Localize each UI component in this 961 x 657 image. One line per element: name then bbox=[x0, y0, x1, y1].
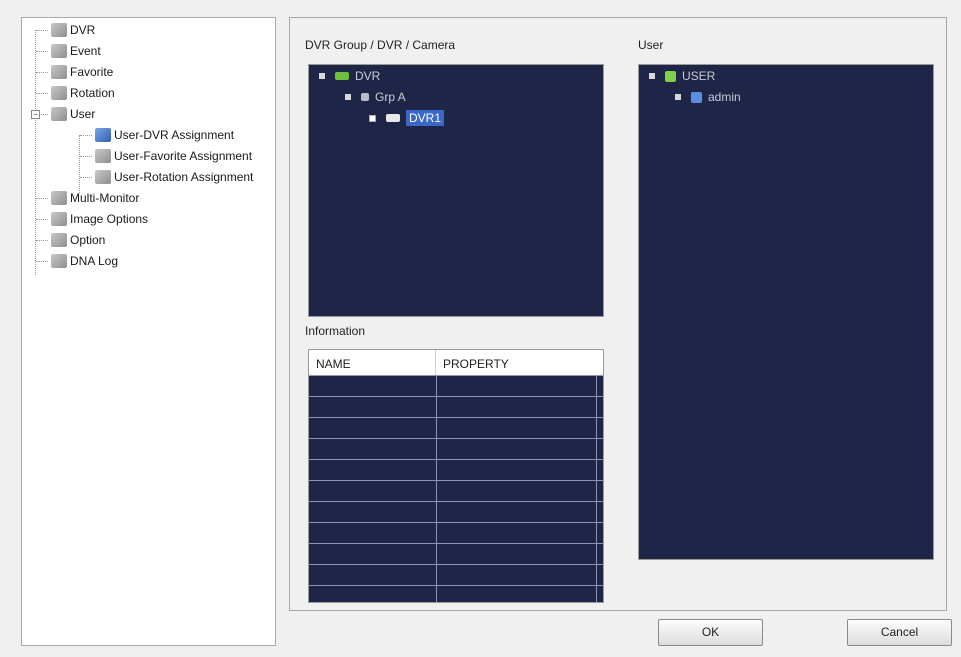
group-icon bbox=[361, 93, 369, 101]
nav-item-event[interactable]: Event bbox=[36, 41, 101, 61]
table-row bbox=[309, 459, 603, 460]
table-row bbox=[309, 522, 603, 523]
user-group-icon bbox=[665, 70, 676, 82]
assignment-panel: DVR Group / DVR / Camera User DVR Grp A … bbox=[289, 17, 947, 611]
table-row bbox=[309, 480, 603, 481]
user-panel-title: User bbox=[638, 38, 664, 52]
grid-column-line bbox=[436, 375, 437, 602]
nav-item-label: User bbox=[70, 107, 96, 121]
expander-icon[interactable] bbox=[319, 73, 325, 79]
information-table[interactable]: NAME PROPERTY bbox=[308, 349, 604, 603]
nav-item-favorite[interactable]: Favorite bbox=[36, 62, 113, 82]
nav-item-label: User-Rotation Assignment bbox=[114, 170, 254, 184]
event-icon bbox=[51, 44, 67, 58]
user-tree-panel[interactable]: USER admin bbox=[638, 64, 934, 560]
tree-node-admin[interactable]: admin bbox=[675, 89, 741, 105]
table-row bbox=[309, 543, 603, 544]
user-dvr-assignment-icon bbox=[95, 128, 111, 142]
expander-icon[interactable] bbox=[369, 114, 376, 122]
user-icon bbox=[691, 91, 702, 103]
nav-item-rotation[interactable]: Rotation bbox=[36, 83, 115, 103]
nav-item-label: Multi-Monitor bbox=[70, 191, 140, 205]
nav-item-user-dvr-assignment[interactable]: User-DVR Assignment bbox=[80, 125, 234, 145]
dvr-device-icon bbox=[386, 114, 400, 122]
nav-item-user-favorite-assignment[interactable]: User-Favorite Assignment bbox=[80, 146, 252, 166]
nav-item-label: Favorite bbox=[70, 65, 114, 79]
nav-item-multi-monitor[interactable]: Multi-Monitor bbox=[36, 188, 139, 208]
grid-column-line bbox=[596, 375, 597, 602]
nav-item-label: Rotation bbox=[70, 86, 115, 100]
nav-item-label: Event bbox=[70, 44, 101, 58]
image-options-icon bbox=[51, 212, 67, 226]
nav-item-user-rotation-assignment[interactable]: User-Rotation Assignment bbox=[80, 167, 253, 187]
collapse-user-toggle[interactable]: − bbox=[31, 110, 40, 119]
table-row bbox=[309, 501, 603, 502]
favorite-icon bbox=[51, 65, 67, 79]
cancel-button[interactable]: Cancel bbox=[847, 619, 952, 646]
multi-monitor-icon bbox=[51, 191, 67, 205]
rotation-icon bbox=[51, 86, 67, 100]
tree-node-grp-a[interactable]: Grp A bbox=[345, 89, 406, 105]
table-row bbox=[309, 417, 603, 418]
dvr-panel-title: DVR Group / DVR / Camera bbox=[305, 38, 456, 52]
dvr-tree-panel[interactable]: DVR Grp A DVR1 bbox=[308, 64, 604, 317]
tree-node-user-root[interactable]: USER bbox=[649, 68, 715, 84]
table-row bbox=[309, 564, 603, 565]
nav-item-dvr[interactable]: DVR bbox=[36, 20, 95, 40]
nav-item-label: Option bbox=[70, 233, 106, 247]
nav-item-option[interactable]: Option bbox=[36, 230, 105, 250]
table-row bbox=[309, 585, 603, 586]
expander-icon[interactable] bbox=[345, 94, 351, 100]
nav-item-user[interactable]: User bbox=[36, 104, 95, 124]
tree-node-dvr[interactable]: DVR bbox=[319, 68, 380, 84]
nav-item-dna-log[interactable]: DNA Log bbox=[36, 251, 118, 271]
option-icon bbox=[51, 233, 67, 247]
settings-nav-tree: DVR Event Favorite Rotation User − User-… bbox=[21, 17, 276, 646]
dna-log-icon bbox=[51, 254, 67, 268]
ok-button[interactable]: OK bbox=[658, 619, 763, 646]
dvr-group-icon bbox=[335, 72, 349, 80]
table-row bbox=[309, 396, 603, 397]
user-rotation-assignment-icon bbox=[95, 170, 111, 184]
nav-item-label: Image Options bbox=[70, 212, 149, 226]
information-table-header: NAME PROPERTY bbox=[309, 350, 603, 376]
nav-item-image-options[interactable]: Image Options bbox=[36, 209, 148, 229]
column-header-property[interactable]: PROPERTY bbox=[436, 350, 596, 375]
user-favorite-assignment-icon bbox=[95, 149, 111, 163]
user-icon bbox=[51, 107, 67, 121]
nav-item-label: User-DVR Assignment bbox=[114, 128, 235, 142]
dvr-icon bbox=[51, 23, 67, 37]
tree-node-dvr1[interactable]: DVR1 bbox=[369, 110, 445, 126]
expander-icon[interactable] bbox=[675, 94, 681, 100]
table-row bbox=[309, 438, 603, 439]
nav-item-label: User-Favorite Assignment bbox=[114, 149, 253, 163]
nav-item-label: DNA Log bbox=[70, 254, 119, 268]
nav-item-label: DVR bbox=[70, 23, 96, 37]
expander-icon[interactable] bbox=[649, 73, 655, 79]
column-header-name[interactable]: NAME bbox=[309, 350, 436, 375]
information-title: Information bbox=[305, 324, 366, 338]
